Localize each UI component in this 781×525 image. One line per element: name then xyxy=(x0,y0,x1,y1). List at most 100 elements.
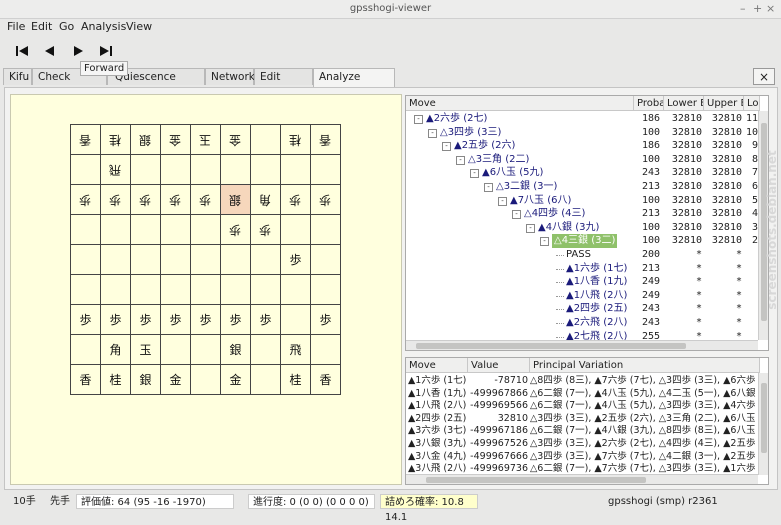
tree-row[interactable]: - △3二銀 (3一) 213 32810 32810 6 xyxy=(406,180,768,194)
maximize-button[interactable]: + xyxy=(753,2,762,15)
tree-expander-icon[interactable]: - xyxy=(512,210,521,220)
shogi-piece[interactable]: 香 xyxy=(79,373,91,387)
close-tab-button[interactable]: × xyxy=(753,68,775,85)
shogi-piece[interactable]: 桂 xyxy=(289,373,301,387)
pv-row[interactable]: ▲3六歩 (3七) -499967186 △6二銀 (7一), ▲4八銀 (3九),… xyxy=(406,425,768,437)
pv-row[interactable]: ▲1六歩 (1七) -78710 △8四歩 (8三), ▲7六歩 (7七), △3四… xyxy=(406,375,768,387)
pv-horizontal-scrollbar[interactable] xyxy=(406,474,758,484)
minimize-button[interactable]: – xyxy=(740,2,746,15)
shogi-piece[interactable]: 桂 xyxy=(109,125,121,155)
tree-expander-icon[interactable]: - xyxy=(414,115,423,124)
pv-horizontal-thumb[interactable] xyxy=(426,477,646,483)
board-square[interactable] xyxy=(281,215,311,245)
shogi-piece[interactable]: 角 xyxy=(109,343,121,357)
board-square[interactable]: 香 xyxy=(311,365,341,395)
board-square[interactable]: 歩 xyxy=(251,305,281,335)
tree-expander-icon[interactable]: - xyxy=(526,223,535,233)
board-square[interactable]: 歩 xyxy=(131,305,161,335)
tree-row[interactable]: - ▲7八玉 (6八) 100 32810 32810 5 xyxy=(406,194,768,208)
shogi-piece[interactable]: 歩 xyxy=(259,313,271,327)
tree-row[interactable]: ▲1八香 (1九) 249 * * xyxy=(406,275,768,289)
board-square[interactable] xyxy=(281,155,311,185)
board-square[interactable]: 銀 xyxy=(131,125,161,155)
shogi-piece[interactable]: 角 xyxy=(259,185,271,215)
shogi-piece[interactable]: 香 xyxy=(79,125,91,155)
tree-move[interactable]: △4四歩 (4三) xyxy=(524,207,585,221)
tree-row[interactable]: - ▲2六歩 (2七) 186 32810 32810 11 xyxy=(406,112,768,126)
tree-expander-icon[interactable]: - xyxy=(470,169,479,179)
tree-row[interactable]: - ▲6八玉 (5九) 243 32810 32810 7 xyxy=(406,166,768,180)
shogi-piece[interactable]: 玉 xyxy=(139,343,151,357)
col-upper-header[interactable]: Upper E xyxy=(704,96,744,111)
board-square[interactable] xyxy=(251,125,281,155)
shogi-piece[interactable]: 銀 xyxy=(139,125,151,155)
board-square[interactable]: 歩 xyxy=(161,305,191,335)
tree-move[interactable]: ▲1八飛 (2八) xyxy=(566,289,627,303)
board-square[interactable] xyxy=(191,335,221,365)
shogi-piece[interactable]: 桂 xyxy=(109,373,121,387)
shogi-piece[interactable]: 銀 xyxy=(229,343,241,357)
tree-row[interactable]: - △3四歩 (3三) 100 32810 32810 10 xyxy=(406,126,768,140)
board-square[interactable] xyxy=(131,155,161,185)
board-square[interactable] xyxy=(71,335,101,365)
tree-row[interactable]: PASS 200 * * xyxy=(406,248,768,262)
search-tree[interactable]: Move Proba Lower E Upper E Low -▲2六歩 (2七… xyxy=(405,95,769,351)
board-square[interactable]: 香 xyxy=(71,125,101,155)
board-square[interactable] xyxy=(311,245,341,275)
board-square[interactable] xyxy=(101,215,131,245)
tab-edit-board[interactable]: Edit Board xyxy=(254,68,313,100)
variation-list[interactable]: Move Value Principal Variation ▲1六歩 (1七)… xyxy=(405,357,769,485)
board-square[interactable]: 歩 xyxy=(251,215,281,245)
board-square[interactable] xyxy=(191,365,221,395)
shogi-piece[interactable]: 桂 xyxy=(289,125,301,155)
tree-row[interactable]: ▲1八飛 (2八) 249 * * xyxy=(406,289,768,303)
tree-expander-icon[interactable]: - xyxy=(428,128,437,138)
board-square[interactable] xyxy=(191,275,221,305)
last-move-button[interactable] xyxy=(95,40,117,62)
tree-row[interactable]: ▲1六歩 (1七) 213 * * xyxy=(406,262,768,276)
pv-move-header[interactable]: Move xyxy=(406,358,468,373)
menu-file[interactable]: File xyxy=(7,20,25,33)
board-square[interactable]: 香 xyxy=(311,125,341,155)
board-square[interactable]: 玉 xyxy=(131,335,161,365)
tree-move[interactable]: △3四歩 (3三) xyxy=(440,126,501,140)
board-square[interactable]: 角 xyxy=(101,335,131,365)
tab-analyze-position[interactable]: Analyze position xyxy=(313,68,395,100)
board-square[interactable] xyxy=(161,335,191,365)
board-square[interactable] xyxy=(251,335,281,365)
pv-row[interactable]: ▲1八香 (1九) -499967866 △6二銀 (7一), ▲4八玉 (5九),… xyxy=(406,388,768,400)
forward-button[interactable] xyxy=(67,40,89,62)
shogi-piece[interactable]: 歩 xyxy=(139,185,151,215)
shogi-piece[interactable]: 銀 xyxy=(139,373,151,387)
pv-row[interactable]: ▲3八銀 (3九) -499967526 △3四歩 (3三), ▲2六歩 (2七),… xyxy=(406,438,768,450)
pv-vertical-thumb[interactable] xyxy=(761,383,767,453)
board-square[interactable] xyxy=(191,245,221,275)
shogi-piece[interactable]: 歩 xyxy=(199,313,211,327)
tree-horizontal-thumb[interactable] xyxy=(416,343,686,349)
shogi-piece[interactable]: 金 xyxy=(169,373,181,387)
col-move-header[interactable]: Move xyxy=(406,96,634,111)
board-square[interactable] xyxy=(311,155,341,185)
tree-move[interactable]: ▲2四歩 (2五) xyxy=(566,302,627,316)
shogi-piece[interactable]: 歩 xyxy=(79,185,91,215)
board-square[interactable] xyxy=(71,155,101,185)
tree-expander-icon[interactable]: - xyxy=(498,196,507,206)
shogi-piece[interactable]: 歩 xyxy=(319,313,331,327)
board-square[interactable] xyxy=(221,275,251,305)
shogi-piece[interactable]: 歩 xyxy=(169,313,181,327)
shogi-piece[interactable]: 香 xyxy=(319,125,331,155)
board-square[interactable]: 角 xyxy=(251,185,281,215)
shogi-piece[interactable]: 歩 xyxy=(259,215,271,245)
tree-row[interactable]: ▲2六飛 (2八) 243 * * xyxy=(406,316,768,330)
board-square[interactable]: 桂 xyxy=(281,365,311,395)
menu-analysis[interactable]: Analysis xyxy=(81,20,126,33)
shogi-piece[interactable]: 玉 xyxy=(199,125,211,155)
board-square[interactable]: 歩 xyxy=(71,305,101,335)
shogi-piece[interactable]: 歩 xyxy=(199,185,211,215)
board-square[interactable] xyxy=(101,245,131,275)
board-square[interactable]: 歩 xyxy=(191,185,221,215)
board-square[interactable]: 桂 xyxy=(281,125,311,155)
board-square[interactable]: 歩 xyxy=(281,245,311,275)
tree-move[interactable]: ▲6八玉 (5九) xyxy=(482,166,543,180)
shogi-piece[interactable]: 歩 xyxy=(139,313,151,327)
